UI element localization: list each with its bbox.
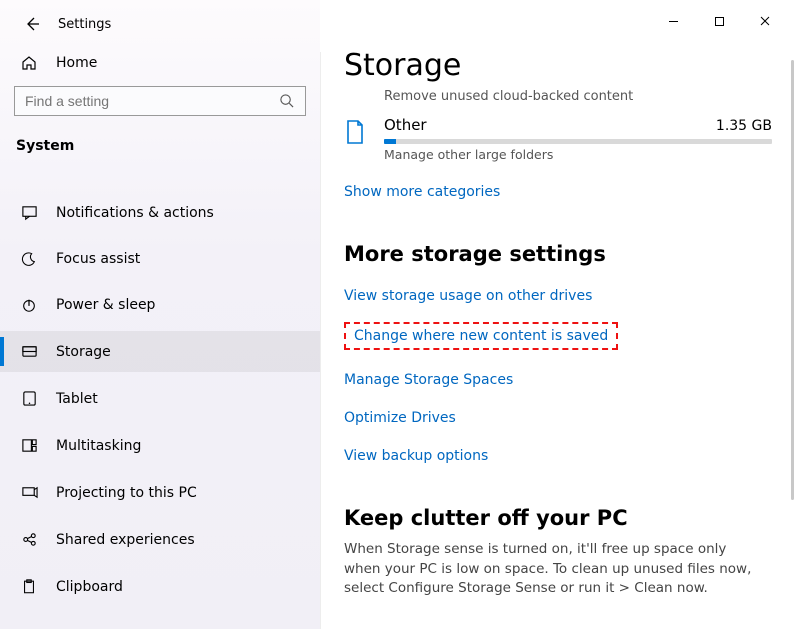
maximize-button[interactable]: [696, 6, 742, 36]
nav-label: Multitasking: [56, 438, 141, 454]
other-desc: Manage other large folders: [384, 147, 772, 162]
home-icon: [20, 54, 38, 72]
search-box[interactable]: [14, 86, 306, 116]
message-icon: [20, 204, 38, 221]
storage-category-other[interactable]: Other 1.35 GB Manage other large folders: [344, 116, 772, 162]
multitasking-icon: [20, 437, 38, 454]
nav-projecting[interactable]: Projecting to this PC: [0, 472, 320, 513]
nav-focus-assist[interactable]: Focus assist: [0, 239, 320, 279]
usage-bar: [384, 139, 772, 144]
home-label: Home: [56, 55, 97, 71]
tablet-icon: [20, 390, 38, 407]
clutter-heading: Keep clutter off your PC: [344, 506, 772, 530]
close-button[interactable]: [742, 6, 788, 36]
nav-label: Focus assist: [56, 251, 140, 267]
search-input[interactable]: [25, 93, 279, 109]
page-title: Storage: [344, 48, 772, 83]
storage-icon: [20, 343, 38, 360]
other-size: 1.35 GB: [716, 118, 772, 134]
more-storage-heading: More storage settings: [344, 242, 772, 266]
clutter-body: When Storage sense is turned on, it'll f…: [344, 540, 764, 599]
share-icon: [20, 531, 38, 548]
window-title: Settings: [58, 17, 111, 32]
projecting-icon: [20, 484, 38, 501]
annotation-highlight: Change where new content is saved: [344, 322, 618, 350]
link-backup-options[interactable]: View backup options: [344, 448, 772, 464]
nav-notifications[interactable]: Notifications & actions: [0, 192, 320, 233]
nav-label: Clipboard: [56, 579, 123, 595]
cloud-content-desc: Remove unused cloud-backed content: [384, 89, 772, 104]
nav-label: Notifications & actions: [56, 205, 214, 221]
nav-label: Tablet: [56, 391, 98, 407]
link-storage-usage[interactable]: View storage usage on other drives: [344, 288, 772, 304]
link-optimize-drives[interactable]: Optimize Drives: [344, 410, 772, 426]
power-icon: [20, 297, 38, 313]
nav-label: Power & sleep: [56, 297, 155, 313]
other-label: Other: [384, 116, 427, 134]
moon-icon: [20, 251, 38, 267]
clipboard-icon: [20, 578, 38, 595]
nav-shared-experiences[interactable]: Shared experiences: [0, 519, 320, 560]
nav-label: Storage: [56, 344, 111, 360]
nav-power-sleep[interactable]: Power & sleep: [0, 285, 320, 325]
minimize-button[interactable]: [650, 6, 696, 36]
nav-group-system: System: [0, 124, 320, 162]
folder-icon: [344, 118, 366, 146]
nav-tablet[interactable]: Tablet: [0, 378, 320, 419]
link-storage-spaces[interactable]: Manage Storage Spaces: [344, 372, 772, 388]
search-icon: [279, 93, 295, 109]
nav-storage[interactable]: Storage: [0, 331, 320, 372]
show-more-categories-link[interactable]: Show more categories: [344, 184, 500, 200]
scrollbar[interactable]: [791, 60, 794, 500]
sidebar: Settings Home System Notifications & act…: [0, 0, 320, 629]
nav-clipboard[interactable]: Clipboard: [0, 566, 320, 607]
nav-label: Projecting to this PC: [56, 485, 197, 501]
main-panel: Storage Remove unused cloud-backed conte…: [320, 0, 796, 629]
nav-multitasking[interactable]: Multitasking: [0, 425, 320, 466]
home-nav[interactable]: Home: [0, 44, 320, 82]
link-change-save-location[interactable]: Change where new content is saved: [354, 328, 608, 344]
nav-label: Shared experiences: [56, 532, 195, 548]
back-button[interactable]: [24, 16, 40, 32]
